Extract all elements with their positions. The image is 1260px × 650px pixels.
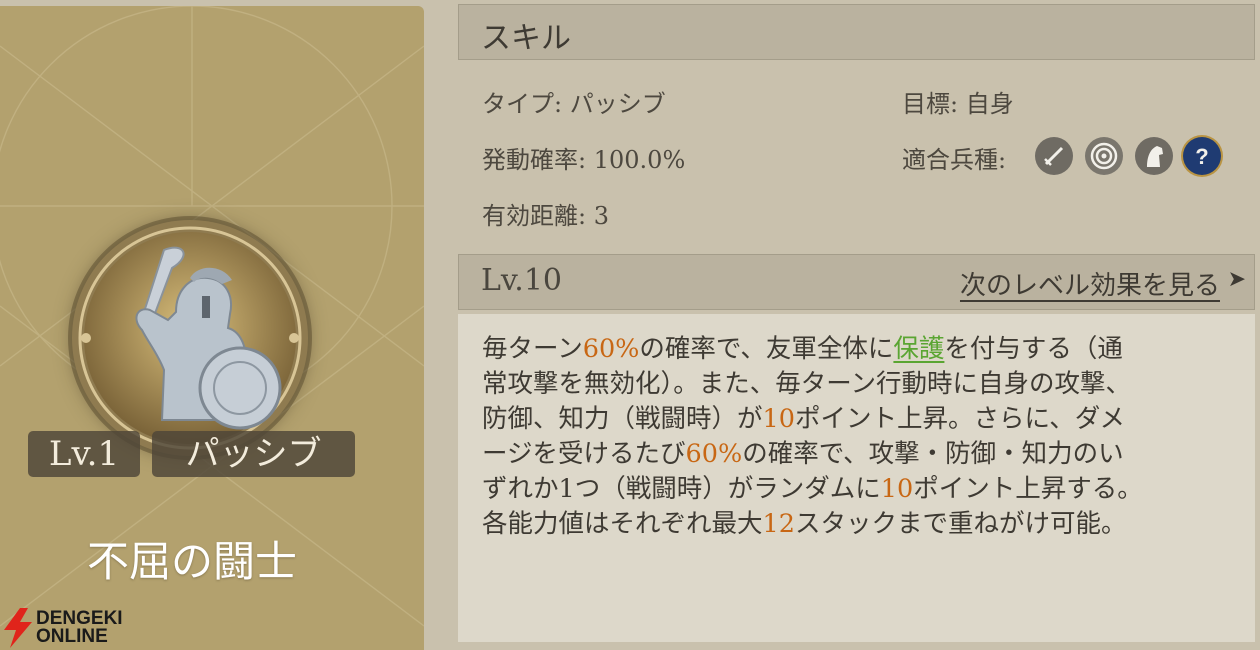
svg-text:?: ?: [1195, 144, 1208, 169]
type-label: タイプ:: [482, 90, 563, 118]
current-level-label: Lv.10: [481, 263, 563, 298]
skill-name: 不屈の闘士: [86, 537, 297, 586]
desc-text: 防御、知力（戦闘時）が: [482, 404, 763, 434]
desc-value: 10: [880, 474, 914, 504]
troop-row: 適合兵種:: [902, 140, 1006, 175]
desc-text: 各能力値はそれぞれ最大: [482, 509, 763, 539]
skill-portrait: [72, 220, 308, 456]
question-icon[interactable]: ?: [1183, 137, 1221, 175]
description-line: 防御、知力（戦闘時）が10ポイント上昇。さらに、ダメ: [482, 402, 1231, 437]
level-bar: Lv.10 次のレベル効果を見る ➤: [458, 254, 1255, 310]
desc-text: の確率で、友軍全体に: [639, 334, 894, 364]
type-value: パッシブ: [569, 90, 666, 118]
lightning-bolt-icon: [4, 608, 32, 648]
desc-text: スタックまで重ねがけ可能。: [794, 509, 1127, 539]
protection-keyword-link[interactable]: 保護: [893, 334, 944, 364]
desc-text: ずれか1つ（戦闘時）がランダムに: [482, 474, 881, 504]
desc-text: を付与する（通: [944, 334, 1123, 364]
description-line: ずれか1つ（戦闘時）がランダムに10ポイント上昇する。: [482, 472, 1231, 507]
description-line: 各能力値はそれぞれ最大12スタックまで重ねがけ可能。: [482, 507, 1231, 542]
type-row: タイプ: パッシブ: [482, 84, 666, 119]
chance-row: 発動確率: 100.0%: [482, 140, 685, 175]
desc-text: 常攻撃を無効化）。また、毎ターン行動時に自身の攻撃、: [482, 369, 1131, 399]
arrow-right-icon[interactable]: ➤: [1228, 267, 1246, 292]
skill-type-chip: パッシブ: [152, 431, 355, 477]
desc-text: の確率で、攻撃・防御・知力のい: [742, 439, 1124, 469]
chance-value: 100.0%: [593, 146, 686, 174]
spartan-warrior-icon: [78, 226, 302, 450]
desc-text: ポイント上昇。さらに、ダメ: [794, 404, 1125, 434]
desc-value: 60%: [582, 334, 640, 364]
desc-value: 60%: [685, 439, 743, 469]
bow-target-icon[interactable]: [1085, 137, 1123, 175]
target-label: 目標:: [902, 90, 959, 118]
desc-text: ージを受けるたび: [482, 439, 686, 469]
dengeki-online-logo: DENGEKI ONLINE: [0, 606, 130, 650]
skill-description: 毎ターン60%の確率で、友軍全体に保護を付与する（通 常攻撃を無効化）。また、毎…: [458, 314, 1255, 642]
description-line: ージを受けるたび60%の確率で、攻撃・防御・知力のい: [482, 437, 1231, 472]
desc-text: 毎ターン: [482, 334, 583, 364]
target-value: 自身: [965, 90, 1014, 118]
sword-icon[interactable]: [1035, 137, 1073, 175]
chance-label: 発動確率:: [482, 146, 587, 174]
next-level-link[interactable]: 次のレベル効果を見る: [960, 265, 1220, 302]
description-line: 毎ターン60%の確率で、友軍全体に保護を付与する（通: [482, 332, 1231, 367]
section-title: スキル: [481, 21, 571, 56]
desc-value: 10: [762, 404, 795, 434]
skill-level-chip: Lv.1: [28, 431, 140, 477]
description-line: 常攻撃を無効化）。また、毎ターン行動時に自身の攻撃、: [482, 367, 1231, 402]
range-value: 3: [593, 202, 610, 230]
logo-text-line2: ONLINE: [36, 626, 108, 647]
skill-header-bar: スキル: [458, 4, 1255, 60]
target-row: 目標: 自身: [902, 84, 1014, 119]
cavalry-horse-icon[interactable]: [1135, 137, 1173, 175]
desc-text: ポイント上昇する。: [913, 474, 1143, 504]
range-row: 有効距離: 3: [482, 196, 609, 231]
skill-card: Lv.1 パッシブ 不屈の闘士: [0, 6, 424, 650]
range-label: 有効距離:: [482, 202, 587, 230]
desc-value: 12: [762, 509, 795, 539]
troop-label: 適合兵種:: [902, 146, 1007, 174]
